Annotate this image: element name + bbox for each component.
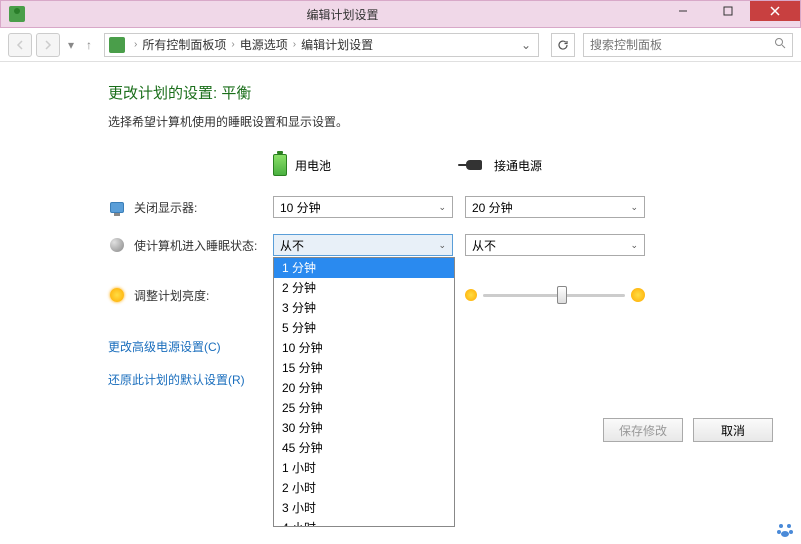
display-off-battery-dropdown[interactable]: 10 分钟 ⌄	[273, 196, 453, 218]
forward-button[interactable]	[36, 33, 60, 57]
search-icon[interactable]	[774, 37, 786, 52]
app-icon	[9, 6, 25, 22]
display-off-plugged-dropdown[interactable]: 20 分钟 ⌄	[465, 196, 645, 218]
chevron-down-icon: ⌄	[438, 240, 446, 251]
brightness-plugged-slider[interactable]	[465, 288, 645, 302]
back-button[interactable]	[8, 33, 32, 57]
dropdown-item[interactable]: 10 分钟	[274, 338, 454, 358]
maximize-button[interactable]	[705, 1, 750, 21]
window-title: 编辑计划设置	[25, 6, 660, 23]
chevron-down-icon: ⌄	[630, 240, 638, 251]
dropdown-item[interactable]: 30 分钟	[274, 418, 454, 438]
control-panel-icon	[109, 37, 125, 53]
dropdown-list: 1 分钟2 分钟3 分钟5 分钟10 分钟15 分钟20 分钟25 分钟30 分…	[273, 257, 455, 527]
breadcrumb[interactable]: › 所有控制面板项 › 电源选项 › 编辑计划设置 ⌄	[104, 33, 539, 57]
action-buttons: 保存修改 取消	[603, 418, 773, 442]
battery-label: 用电池	[295, 157, 331, 174]
up-button[interactable]: ↑	[82, 38, 96, 52]
sleep-row: 使计算机进入睡眠状态: 从不 ⌄ 1 分钟2 分钟3 分钟5 分钟10 分钟15…	[108, 234, 801, 256]
sun-icon	[108, 286, 126, 304]
display-off-label: 关闭显示器:	[134, 199, 273, 216]
dropdown-item[interactable]: 45 分钟	[274, 438, 454, 458]
dropdown-item[interactable]: 2 小时	[274, 478, 454, 498]
dropdown-item[interactable]: 20 分钟	[274, 378, 454, 398]
battery-icon	[273, 154, 287, 176]
display-off-row: 关闭显示器: 10 分钟 ⌄ 20 分钟 ⌄	[108, 196, 801, 218]
dropdown-item[interactable]: 15 分钟	[274, 358, 454, 378]
dropdown-item[interactable]: 2 分钟	[274, 278, 454, 298]
sun-bright-icon	[631, 288, 645, 302]
dropdown-item[interactable]: 3 小时	[274, 498, 454, 518]
refresh-button[interactable]	[551, 33, 575, 57]
dropdown-item[interactable]: 1 分钟	[274, 258, 454, 278]
page-description: 选择希望计算机使用的睡眠设置和显示设置。	[108, 113, 801, 130]
plugged-label: 接通电源	[494, 157, 542, 174]
chevron-down-icon: ⌄	[438, 202, 446, 213]
breadcrumb-item[interactable]: 所有控制面板项	[142, 36, 226, 53]
brightness-label: 调整计划亮度:	[134, 287, 273, 304]
plugged-column-header: 接通电源	[458, 154, 643, 176]
search-box[interactable]	[583, 33, 793, 57]
cancel-button[interactable]: 取消	[693, 418, 773, 442]
battery-column-header: 用电池	[273, 154, 458, 176]
navbar: ▾ ↑ › 所有控制面板项 › 电源选项 › 编辑计划设置 ⌄	[0, 28, 801, 62]
save-button[interactable]: 保存修改	[603, 418, 683, 442]
breadcrumb-item[interactable]: 电源选项	[240, 36, 288, 53]
breadcrumb-sep-icon: ›	[290, 39, 299, 50]
plug-icon	[458, 159, 486, 171]
chevron-down-icon: ⌄	[630, 202, 638, 213]
page-title: 更改计划的设置: 平衡	[108, 82, 801, 103]
monitor-icon	[108, 198, 126, 216]
dropdown-item[interactable]: 1 小时	[274, 458, 454, 478]
slider-track[interactable]	[483, 294, 625, 297]
dropdown-item[interactable]: 25 分钟	[274, 398, 454, 418]
breadcrumb-item[interactable]: 编辑计划设置	[301, 36, 373, 53]
search-input[interactable]	[590, 38, 774, 52]
breadcrumb-sep-icon: ›	[228, 39, 237, 50]
sleep-battery-dropdown[interactable]: 从不 ⌄ 1 分钟2 分钟3 分钟5 分钟10 分钟15 分钟20 分钟25 分…	[273, 234, 453, 256]
breadcrumb-dropdown-icon[interactable]: ⌄	[518, 38, 534, 52]
sleep-plugged-dropdown[interactable]: 从不 ⌄	[465, 234, 645, 256]
minimize-button[interactable]	[660, 1, 705, 21]
tray-paw-icon[interactable]	[775, 520, 795, 540]
moon-icon	[108, 236, 126, 254]
column-headers: 用电池 接通电源	[108, 154, 801, 176]
content: 更改计划的设置: 平衡 选择希望计算机使用的睡眠设置和显示设置。 用电池 接通电…	[0, 62, 801, 388]
slider-thumb[interactable]	[557, 286, 567, 304]
titlebar: 编辑计划设置	[0, 0, 801, 28]
dropdown-item[interactable]: 5 分钟	[274, 318, 454, 338]
recent-dropdown-icon[interactable]: ▾	[64, 38, 78, 52]
sun-dim-icon	[465, 289, 477, 301]
dropdown-item[interactable]: 4 小时	[274, 518, 454, 527]
sleep-label: 使计算机进入睡眠状态:	[134, 237, 273, 254]
close-button[interactable]	[750, 1, 800, 21]
dropdown-item[interactable]: 3 分钟	[274, 298, 454, 318]
breadcrumb-sep-icon: ›	[131, 39, 140, 50]
